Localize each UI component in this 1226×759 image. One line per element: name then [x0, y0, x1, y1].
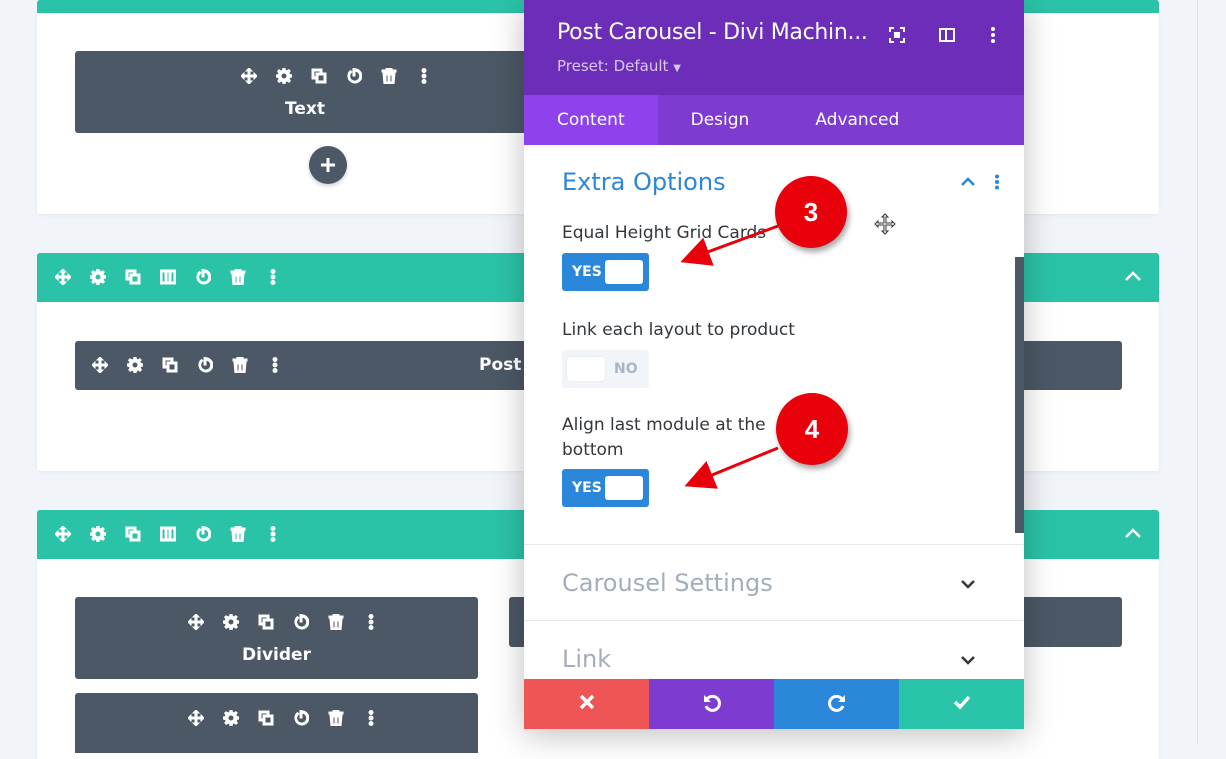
chevron-up-icon[interactable]: [960, 174, 976, 190]
more-icon[interactable]: [265, 526, 276, 542]
columns-icon[interactable]: [160, 526, 176, 542]
modal-header[interactable]: Post Carousel - Divi Machin... Preset: D…: [524, 0, 1024, 95]
move-icon[interactable]: [55, 269, 71, 285]
divider-module-label: Divider: [242, 645, 311, 665]
power-icon[interactable]: [346, 68, 362, 84]
more-icon[interactable]: [267, 357, 278, 373]
link-section-title[interactable]: Link: [562, 645, 611, 673]
chevron-up-icon[interactable]: [1124, 268, 1142, 286]
more-icon[interactable]: [363, 710, 374, 726]
gear-icon[interactable]: [276, 68, 292, 84]
modal-scrollbar[interactable]: [1015, 257, 1024, 533]
more-icon[interactable]: [363, 614, 374, 630]
section-more-icon[interactable]: [994, 174, 1000, 190]
duplicate-icon[interactable]: [258, 710, 274, 726]
tab-content[interactable]: Content: [524, 95, 658, 145]
duplicate-icon[interactable]: [162, 357, 178, 373]
gear-icon[interactable]: [223, 614, 239, 630]
page-scrollbar[interactable]: [1197, 0, 1198, 745]
columns-icon[interactable]: [160, 269, 176, 285]
align-last-module-toggle[interactable]: YES: [562, 469, 649, 507]
annotation-badge-3: 3: [775, 176, 847, 248]
move-icon[interactable]: [188, 710, 204, 726]
power-icon[interactable]: [293, 614, 309, 630]
save-button[interactable]: [899, 679, 1024, 729]
power-icon[interactable]: [195, 526, 211, 542]
move-icon[interactable]: [55, 526, 71, 542]
power-icon[interactable]: [293, 710, 309, 726]
undo-button[interactable]: [649, 679, 774, 729]
gear-icon[interactable]: [223, 710, 239, 726]
carousel-settings-title[interactable]: Carousel Settings: [562, 569, 773, 597]
undo-icon: [702, 692, 722, 716]
toggle-knob: [605, 260, 643, 284]
settings-tabs: Content Design Advanced: [524, 95, 1024, 145]
chevron-down-icon[interactable]: [960, 576, 976, 592]
text-module[interactable]: Text: [75, 51, 535, 133]
link-layout-label: Link each layout to product: [562, 320, 795, 340]
duplicate-icon[interactable]: [125, 526, 141, 542]
trash-icon[interactable]: [232, 357, 248, 373]
toggle-knob: [605, 476, 643, 500]
second-module[interactable]: [75, 693, 478, 753]
duplicate-icon[interactable]: [311, 68, 327, 84]
move-icon[interactable]: [92, 357, 108, 373]
duplicate-icon[interactable]: [125, 269, 141, 285]
trash-icon[interactable]: [328, 710, 344, 726]
toggle-value: YES: [572, 480, 602, 496]
section-divider: [524, 544, 1024, 545]
align-last-module-label: Align last module at the bottom: [562, 415, 766, 460]
duplicate-icon[interactable]: [258, 614, 274, 630]
modal-footer: [524, 679, 1024, 729]
move-icon[interactable]: [188, 614, 204, 630]
power-icon[interactable]: [195, 269, 211, 285]
equal-height-label: Equal Height Grid Cards: [562, 223, 767, 243]
add-module-button[interactable]: [309, 146, 347, 184]
redo-icon: [827, 692, 847, 716]
tab-design[interactable]: Design: [658, 95, 783, 145]
gear-icon[interactable]: [90, 269, 106, 285]
chevron-down-icon[interactable]: [960, 652, 976, 668]
tab-advanced[interactable]: Advanced: [782, 95, 932, 145]
trash-icon[interactable]: [328, 614, 344, 630]
sidebar-icon[interactable]: [938, 26, 956, 44]
plus-icon: [320, 157, 336, 173]
annotation-badge-4: 4: [776, 393, 848, 465]
link-layout-toggle[interactable]: NO: [562, 350, 649, 388]
trash-icon[interactable]: [381, 68, 397, 84]
toggle-value: YES: [572, 264, 602, 280]
move-cursor-icon: [874, 213, 896, 235]
toggle-knob: [567, 357, 605, 381]
preset-dropdown[interactable]: Preset: Default ▼: [557, 57, 681, 75]
toggle-value: NO: [614, 361, 638, 377]
section-divider: [524, 620, 1024, 621]
power-icon[interactable]: [197, 357, 213, 373]
equal-height-toggle[interactable]: YES: [562, 253, 649, 291]
text-module-label: Text: [285, 99, 325, 119]
caret-down-icon: ▼: [673, 63, 681, 74]
more-icon[interactable]: [984, 26, 995, 44]
fullscreen-icon[interactable]: [888, 26, 906, 44]
gear-icon[interactable]: [90, 526, 106, 542]
more-icon[interactable]: [265, 269, 276, 285]
modal-title: Post Carousel - Divi Machin...: [557, 20, 868, 45]
module-settings-modal: Post Carousel - Divi Machin... Preset: D…: [524, 0, 1024, 729]
divider-module[interactable]: Divider: [75, 597, 478, 679]
chevron-up-icon[interactable]: [1124, 525, 1142, 543]
gear-icon[interactable]: [127, 357, 143, 373]
close-icon: [577, 692, 597, 716]
cancel-button[interactable]: [524, 679, 649, 729]
extra-options-title[interactable]: Extra Options: [562, 168, 726, 196]
redo-button[interactable]: [774, 679, 899, 729]
trash-icon[interactable]: [230, 526, 246, 542]
preset-label: Preset: Default: [557, 57, 669, 75]
move-icon[interactable]: [241, 68, 257, 84]
check-icon: [952, 692, 972, 716]
more-icon[interactable]: [416, 68, 427, 84]
trash-icon[interactable]: [230, 269, 246, 285]
